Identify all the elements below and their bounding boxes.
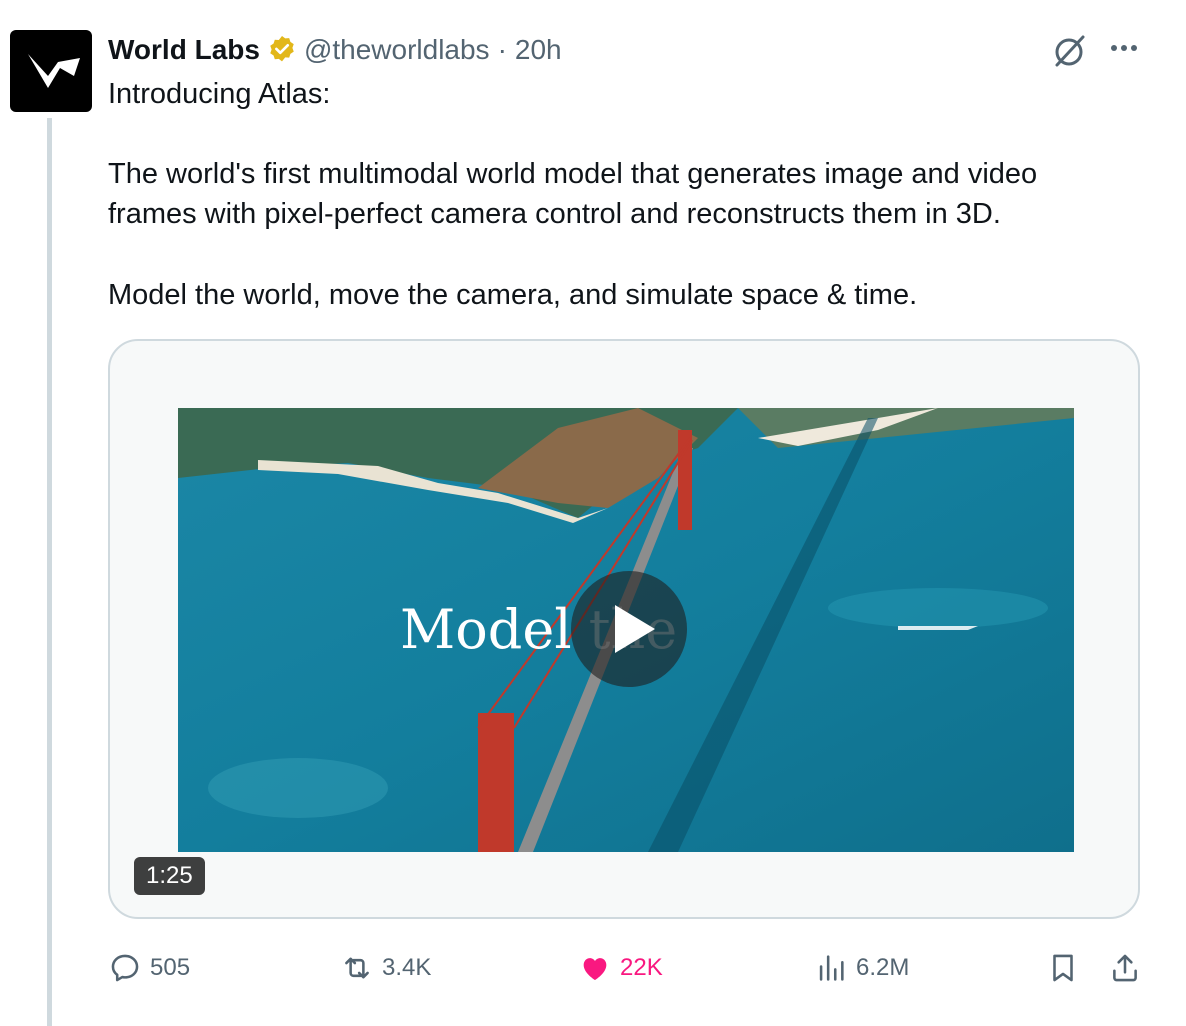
repost-button[interactable]: 3.4K [340, 948, 431, 988]
world-labs-logo-icon [28, 54, 80, 88]
author-handle[interactable]: @theworldlabs [304, 34, 490, 66]
reply-icon [111, 954, 139, 982]
bookmark-icon [1053, 954, 1073, 982]
timestamp[interactable]: 20h [515, 34, 562, 66]
author-name[interactable]: World Labs [108, 34, 260, 66]
verified-badge-icon[interactable] [266, 34, 298, 66]
repost-icon [345, 957, 369, 979]
bookmark-button[interactable] [1046, 948, 1080, 988]
more-icon[interactable] [1106, 30, 1142, 66]
like-count: 22K [620, 954, 663, 981]
action-bar: 505 3.4K 22K 6.2M [108, 948, 1148, 988]
grok-icon[interactable] [1050, 32, 1088, 70]
tweet-header: World Labs @theworldlabs · 20h [108, 30, 562, 70]
video-card[interactable]: Model the 1:25 [108, 339, 1140, 919]
repost-count: 3.4K [382, 954, 432, 981]
tweet-text-line: frames with pixel-perfect camera control… [108, 198, 1001, 230]
share-button[interactable] [1108, 948, 1142, 988]
play-icon [615, 605, 655, 653]
thread-line [47, 118, 52, 1026]
views-button[interactable]: 6.2M [814, 948, 909, 988]
share-icon [1113, 954, 1137, 982]
like-button[interactable]: 22K [578, 948, 663, 988]
reply-button[interactable]: 505 [108, 948, 190, 988]
heart-icon [583, 958, 607, 981]
overlay-main-text: Model [400, 598, 589, 661]
tweet-text-line: Model the world, move the camera, and si… [108, 279, 918, 311]
play-button[interactable] [571, 571, 687, 687]
reply-count: 505 [150, 954, 191, 981]
tweet-text-line: Introducing Atlas: [108, 78, 331, 110]
video-duration: 1:25 [134, 857, 205, 895]
avatar[interactable] [10, 30, 92, 112]
views-count: 6.2M [856, 954, 910, 981]
views-icon [819, 955, 844, 981]
separator-dot: · [497, 34, 507, 65]
video-thumbnail[interactable]: Model the [178, 408, 1074, 852]
tweet-text-line: The world's first multimodal world model… [108, 158, 1038, 190]
